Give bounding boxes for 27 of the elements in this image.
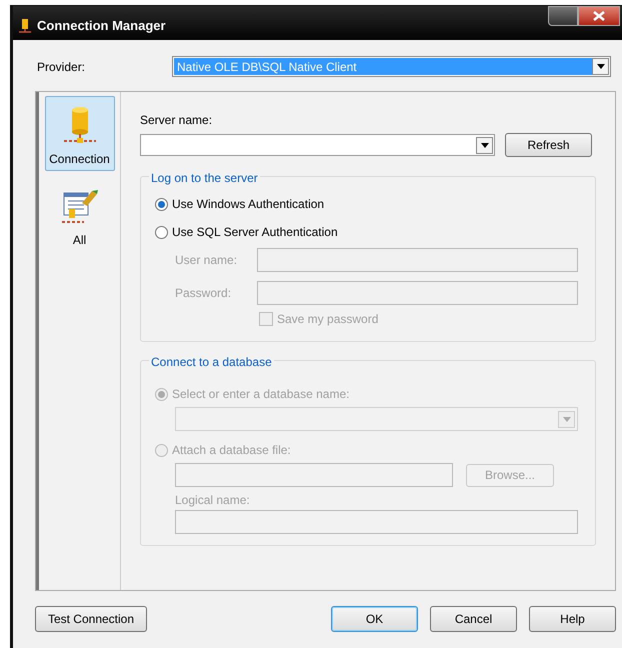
sidebar-item-label: All (72, 232, 86, 249)
close-icon (593, 11, 605, 21)
radio-label: Select or enter a database name: (172, 386, 350, 403)
radio-button[interactable] (155, 198, 168, 210)
minimize-button[interactable] (548, 6, 578, 26)
dialog-button[interactable]: OK (331, 606, 418, 632)
refresh-button[interactable]: Refresh (505, 133, 592, 157)
database-icon (19, 18, 31, 34)
close-button[interactable] (578, 6, 620, 26)
dialog-button[interactable]: Cancel (430, 606, 517, 632)
window-title: Connection Manager (37, 17, 166, 35)
provider-label: Provider: (37, 58, 86, 76)
sidebar-item[interactable]: Connection (44, 96, 114, 171)
checkbox-label: Save my password (277, 311, 378, 328)
field-label: User name: (175, 252, 238, 269)
logical-name-label: Logical name: (175, 492, 251, 509)
field-label: Password: (175, 285, 232, 302)
radio-label: Attach a database file: (172, 442, 291, 459)
radio-label: Use SQL Server Authentication (172, 224, 338, 241)
database-icon (62, 106, 98, 146)
dialog-button[interactable]: Test Connection (35, 606, 147, 632)
server-name-label: Server name: (140, 112, 214, 129)
radio-label: Use Windows Authentication (172, 196, 324, 213)
sidebar-item[interactable]: All (44, 177, 114, 252)
dialog-button[interactable]: Help (529, 606, 616, 632)
radio-button[interactable] (155, 226, 168, 238)
sidebar-item-label: Connection (49, 151, 110, 168)
